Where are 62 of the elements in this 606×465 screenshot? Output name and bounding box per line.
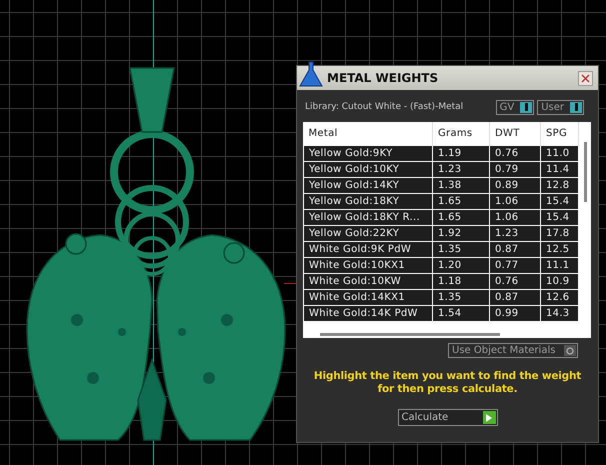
table-cell[interactable]: Yellow Gold:9KY [304, 146, 432, 162]
toggle-switch[interactable]: GV [496, 100, 534, 114]
column-header[interactable]: Grams [432, 122, 490, 146]
table-cell[interactable]: 12.8 [540, 178, 578, 194]
instruction-text: Highlight the item you want to find the weight for then press calculate. [312, 370, 582, 396]
table-cell[interactable]: 1.06 [490, 210, 540, 226]
on-indicator-icon [520, 102, 532, 112]
table-cell[interactable]: 1.65 [432, 194, 490, 210]
table-cell[interactable]: White Gold:10KW [304, 274, 432, 290]
table-cell[interactable]: Yellow Gold:18KY R... [304, 210, 432, 226]
table-cell[interactable]: 1.18 [432, 274, 490, 290]
table-cell[interactable]: White Gold:10KX1 [304, 258, 432, 274]
table-cell[interactable]: 1.06 [490, 194, 540, 210]
table-cell[interactable]: 10.9 [540, 274, 578, 290]
table-cell[interactable]: White Gold:14KX1 [304, 290, 432, 306]
table-cell[interactable]: Yellow Gold:14KY [304, 178, 432, 194]
table-cell[interactable]: 0.87 [490, 242, 540, 258]
table-cell[interactable]: White Gold:14K PdW [304, 306, 432, 322]
off-indicator-icon [564, 345, 576, 356]
toggle-switch[interactable]: Use Object Materials [448, 343, 578, 358]
on-indicator-icon [570, 102, 582, 112]
toggle-switch[interactable]: User [537, 100, 584, 114]
table-cell[interactable]: 11.1 [540, 258, 578, 274]
window-title: METAL WEIGHTS [327, 71, 440, 85]
table-cell[interactable]: 1.23 [490, 226, 540, 242]
table-cell[interactable]: White Gold:9K PdW [304, 242, 432, 258]
scrollbar[interactable] [584, 142, 586, 202]
table-cell[interactable]: 12.6 [540, 290, 578, 306]
table-cell[interactable]: 1.23 [432, 162, 490, 178]
table-cell[interactable]: 1.35 [432, 242, 490, 258]
table-cell[interactable]: Yellow Gold:10KY [304, 162, 432, 178]
table-cell[interactable]: 0.77 [490, 258, 540, 274]
table-cell[interactable]: 15.4 [540, 210, 578, 226]
calculate-button[interactable]: Calculate [398, 409, 498, 426]
table-cell[interactable]: 1.38 [432, 178, 490, 194]
table-cell[interactable]: Yellow Gold:18KY [304, 194, 432, 210]
library-label: Library: Cutout White - (Fast)-Metal [304, 102, 464, 112]
table-cell[interactable]: 0.87 [490, 290, 540, 306]
close-button[interactable] [578, 70, 593, 86]
table-cell[interactable]: 14.3 [540, 306, 578, 322]
table-cell[interactable]: 0.76 [490, 146, 540, 162]
column-header[interactable]: DWT [490, 122, 540, 146]
table-cell[interactable]: 15.4 [540, 194, 578, 210]
table-cell[interactable]: 0.79 [490, 162, 540, 178]
table-cell[interactable]: 1.54 [432, 306, 490, 322]
table-cell[interactable]: 1.35 [432, 290, 490, 306]
scrollbar[interactable] [320, 333, 500, 336]
play-icon [486, 414, 492, 422]
table-cell[interactable]: 11.4 [540, 162, 578, 178]
table-cell[interactable]: 1.92 [432, 226, 490, 242]
table-cell[interactable]: 17.8 [540, 226, 578, 242]
table-cell[interactable]: Yellow Gold:22KY [304, 226, 432, 242]
table-cell[interactable]: 11.0 [540, 146, 578, 162]
table-cell[interactable]: 0.89 [490, 178, 540, 194]
table-cell[interactable]: 1.20 [432, 258, 490, 274]
table-cell[interactable]: 1.65 [432, 210, 490, 226]
column-header[interactable]: SPG [540, 122, 578, 146]
table-cell[interactable]: 0.76 [490, 274, 540, 290]
table-cell[interactable]: 0.99 [490, 306, 540, 322]
table-cell[interactable]: 1.19 [432, 146, 490, 162]
close-icon [581, 74, 590, 82]
table-cell[interactable]: 12.5 [540, 242, 578, 258]
